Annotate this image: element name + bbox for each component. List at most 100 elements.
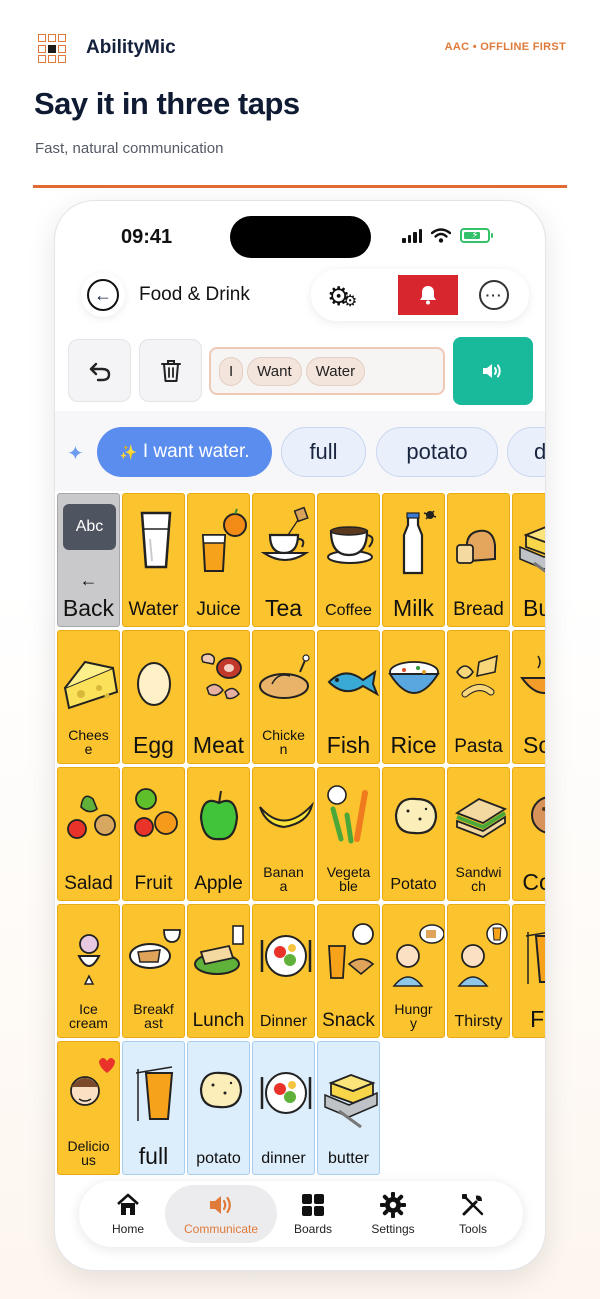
- message-word-chip[interactable]: I: [219, 356, 244, 386]
- symbol-tile-vegetable[interactable]: Vegeta ble: [317, 767, 380, 901]
- undo-icon: [89, 362, 110, 381]
- symbol-label: Salad: [64, 873, 113, 895]
- tab-settings[interactable]: Settings: [355, 1185, 431, 1243]
- symbol-tile-rice[interactable]: Rice: [382, 630, 445, 764]
- symbol-label: Banan a: [263, 863, 304, 895]
- rice-bowl-icon: [383, 631, 444, 721]
- symbol-tile-meat[interactable]: Meat: [187, 630, 250, 764]
- symbol-tile-coo[interactable]: Coo: [512, 767, 545, 901]
- symbol-tile-back[interactable]: Abc ← Back: [57, 493, 120, 627]
- symbol-tile-apple[interactable]: Apple: [187, 767, 250, 901]
- symbol-label: Fruit: [134, 873, 173, 895]
- symbol-label: Coffee: [325, 602, 372, 620]
- symbol-tile-snack[interactable]: Snack: [317, 904, 380, 1038]
- symbol-tile-breakfast[interactable]: Breakf ast: [122, 904, 185, 1038]
- symbol-tile-delicious[interactable]: Delicio us: [57, 1041, 120, 1175]
- symbol-grid: Abc ← Back Water Juice Tea Coffee Milk Bread Butt…: [55, 493, 545, 1178]
- symbol-tile-cheese[interactable]: Chees e: [57, 630, 120, 764]
- symbol-label: Delicio us: [67, 1137, 110, 1169]
- symbol-tile-fu[interactable]: Fu: [512, 904, 545, 1038]
- tab-label: Settings: [371, 1222, 415, 1236]
- tab-boards[interactable]: Boards: [275, 1185, 351, 1243]
- symbol-tile-chicken[interactable]: Chicke n: [252, 630, 315, 764]
- symbol-tile-butter[interactable]: butter: [317, 1041, 380, 1175]
- tab-label: Boards: [293, 1222, 333, 1236]
- suggestion-chip[interactable]: potato: [376, 427, 498, 477]
- suggestion-chip[interactable]: full: [281, 427, 366, 477]
- symbol-tile-butt[interactable]: Butt: [512, 493, 545, 627]
- more-options-button[interactable]: ···: [479, 280, 509, 310]
- settings-icon: [380, 1192, 406, 1218]
- symbol-label: Juice: [196, 599, 241, 621]
- dinner-plate-icon: [253, 905, 314, 995]
- symbol-tile-sandwich[interactable]: Sandwi ch: [447, 767, 510, 901]
- symbol-label: Tea: [264, 594, 303, 621]
- brand-name: AbilityMic: [86, 37, 176, 58]
- potato-icon: [383, 768, 444, 858]
- tab-tools[interactable]: Tools: [435, 1185, 511, 1243]
- symbol-tile-fruit[interactable]: Fruit: [122, 767, 185, 901]
- sparkle-icon: ✦: [67, 443, 84, 465]
- message-bar[interactable]: I Want Water: [209, 347, 445, 395]
- brand-bar: AbilityMic AAC • OFFLINE FIRST: [34, 34, 566, 66]
- symbol-tile-coffee[interactable]: Coffee: [317, 493, 380, 627]
- suggestion-chip[interactable]: d: [507, 427, 545, 477]
- symbol-tile-salad[interactable]: Salad: [57, 767, 120, 901]
- message-word-chip[interactable]: Water: [305, 356, 366, 386]
- symbol-label: Fish: [326, 731, 371, 758]
- suggestion-row: ✦ ✨ I want water. full potato d: [55, 411, 545, 491]
- tab-label: Home: [111, 1222, 144, 1236]
- symbol-label: dinner: [261, 1150, 306, 1168]
- header-actions: ⚙ ⚙ ···: [311, 269, 529, 321]
- symbol-tile-potato[interactable]: Potato: [382, 767, 445, 901]
- abc-keyboard-button[interactable]: Abc: [63, 504, 116, 550]
- delicious-face-icon: [58, 1042, 119, 1132]
- symbol-label: Coo: [522, 868, 545, 895]
- symbol-label: Pasta: [454, 736, 503, 758]
- snack-icon: [318, 905, 379, 995]
- phone-frame: 09:41 ⚡ ← Food & Drink ⚙ ⚙ ··· I Want Wa…: [54, 200, 546, 1271]
- symbol-tile-tea[interactable]: Tea: [252, 493, 315, 627]
- symbol-tile-banana[interactable]: Banan a: [252, 767, 315, 901]
- symbol-tile-juice[interactable]: Juice: [187, 493, 250, 627]
- symbol-tile-bread[interactable]: Bread: [447, 493, 510, 627]
- clear-button[interactable]: [139, 339, 202, 402]
- speak-button[interactable]: [453, 337, 533, 405]
- symbol-tile-dinner[interactable]: dinner: [252, 1041, 315, 1175]
- breakfast-icon: [123, 905, 184, 995]
- tab-communicate[interactable]: Communicate: [165, 1185, 277, 1243]
- symbol-tile-water[interactable]: Water: [122, 493, 185, 627]
- symbol-tile-fish[interactable]: Fish: [317, 630, 380, 764]
- hero-headline: Say it in three taps: [34, 86, 300, 121]
- tab-label: Communicate: [183, 1222, 259, 1236]
- vegetables-icon: [318, 768, 379, 858]
- symbol-tile-sou[interactable]: Sou: [512, 630, 545, 764]
- board-title: Food & Drink: [139, 284, 250, 305]
- apple-icon: [188, 768, 249, 858]
- back-button[interactable]: ←: [81, 273, 125, 317]
- speaker-icon: [210, 1196, 231, 1214]
- board-settings-button[interactable]: ⚙ ⚙: [327, 281, 357, 312]
- symbol-tile-egg[interactable]: Egg: [122, 630, 185, 764]
- symbol-label: Fu: [530, 1005, 545, 1032]
- symbol-tile-milk[interactable]: Milk: [382, 493, 445, 627]
- symbol-label: Butt: [523, 594, 545, 621]
- message-word-chip[interactable]: Want: [247, 356, 302, 386]
- symbol-tile-icecream[interactable]: Ice cream: [57, 904, 120, 1038]
- alert-button[interactable]: [398, 275, 458, 315]
- symbol-tile-thirsty[interactable]: Thirsty: [447, 904, 510, 1038]
- symbol-tile-hungry[interactable]: Hungr y: [382, 904, 445, 1038]
- symbol-tile-full[interactable]: full: [122, 1041, 185, 1175]
- undo-button[interactable]: [68, 339, 131, 402]
- symbol-tile-dinner[interactable]: Dinner: [252, 904, 315, 1038]
- magic-wand-icon: ✨: [119, 443, 137, 460]
- symbol-tile-potato[interactable]: potato: [187, 1041, 250, 1175]
- symbol-tile-pasta[interactable]: Pasta: [447, 630, 510, 764]
- tab-home[interactable]: Home: [93, 1185, 163, 1243]
- symbol-tile-lunch[interactable]: Lunch: [187, 904, 250, 1038]
- suggestion-primary[interactable]: ✨ I want water.: [97, 427, 272, 477]
- thirsty-person-icon: [448, 905, 509, 995]
- symbol-label: Rice: [390, 731, 437, 758]
- boards-icon: [302, 1194, 324, 1216]
- tea-cup-icon: [253, 494, 314, 584]
